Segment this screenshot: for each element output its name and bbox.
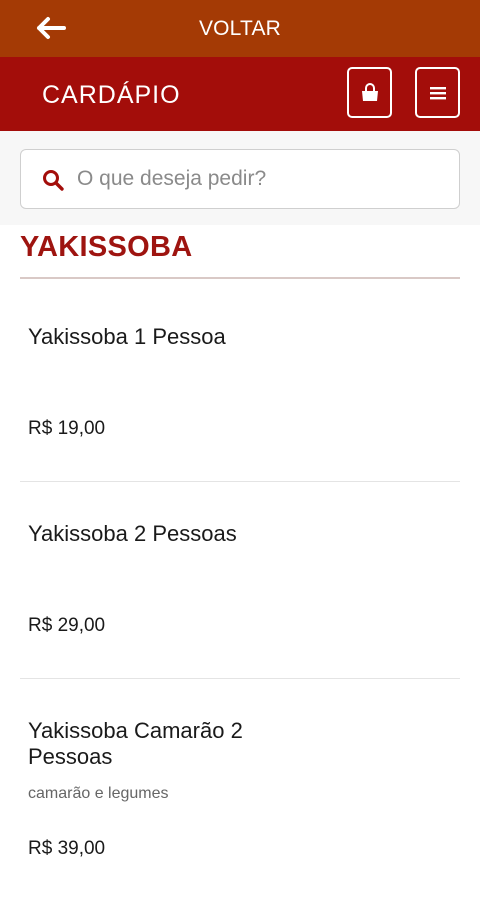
item-price: R$ 39,00 [28, 838, 106, 859]
item-name: Yakissoba 1 Pessoa [28, 324, 226, 349]
item-divider [20, 481, 460, 482]
category-title: YAKISSOBA [20, 231, 193, 263]
item-divider [20, 678, 460, 679]
search-section [0, 131, 480, 225]
search-icon [43, 170, 64, 191]
search-input[interactable] [77, 150, 447, 208]
item-price: R$ 19,00 [28, 418, 106, 439]
item-price: R$ 29,00 [28, 615, 106, 636]
menu-item[interactable]: Yakissoba 1 Pessoa R$ 19,00 [20, 300, 460, 480]
page-title: CARDÁPIO [42, 81, 181, 109]
shopping-bag-icon [361, 82, 378, 101]
app-header: CARDÁPIO [0, 57, 480, 131]
search-box [20, 149, 460, 209]
item-name: Yakissoba Camarão 2 Pessoas [28, 718, 243, 769]
top-bar: VOLTAR [0, 0, 480, 57]
menu-item[interactable]: Yakissoba Camarão 2 Pessoas camarão e le… [20, 694, 460, 884]
menu-button[interactable] [415, 67, 460, 118]
hamburger-menu-icon [429, 86, 446, 99]
category-header: YAKISSOBA [20, 225, 460, 279]
back-label[interactable]: VOLTAR [0, 0, 480, 57]
item-description: camarão e legumes [28, 785, 169, 802]
menu-item[interactable]: Yakissoba 2 Pessoas R$ 29,00 [20, 497, 460, 677]
item-name: Yakissoba 2 Pessoas [28, 521, 237, 546]
cart-button[interactable] [347, 67, 392, 118]
